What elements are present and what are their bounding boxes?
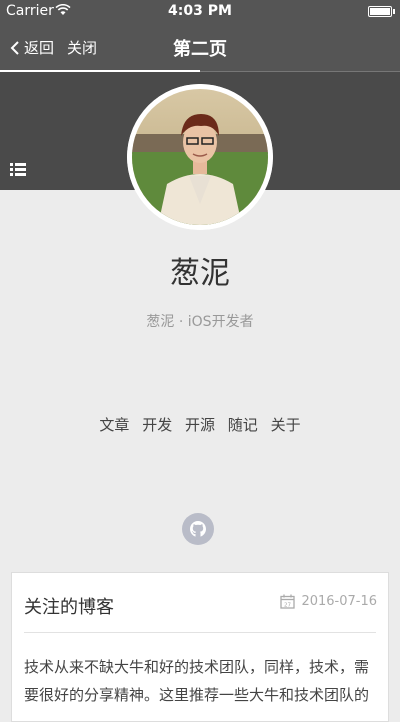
navigation-bar: 返回 关闭 第二页 xyxy=(0,22,400,72)
page-title: 第二页 xyxy=(173,39,227,60)
blog-card[interactable]: 关注的博客 27 2016-07-16 技术从来不缺大牛和好的技术团队，同样，技… xyxy=(11,572,389,722)
status-bar: Carrier 4:03 PM xyxy=(0,0,400,22)
github-button[interactable] xyxy=(182,513,214,545)
battery-icon xyxy=(368,6,395,17)
profile-name: 葱泥 xyxy=(170,256,230,291)
status-time: 4:03 PM xyxy=(168,3,232,19)
tab-articles[interactable]: 文章 xyxy=(99,414,129,435)
card-title: 关注的博客 xyxy=(24,597,114,618)
calendar-day-label: 27 xyxy=(284,602,291,608)
avatar[interactable] xyxy=(127,84,273,230)
github-icon xyxy=(190,521,206,537)
card-body: 技术从来不缺大牛和好的技术团队，同样，技术，需要很好的分享精神。这里推荐一些大牛… xyxy=(24,658,370,704)
tab-open-source[interactable]: 开源 xyxy=(185,414,215,435)
calendar-icon: 27 xyxy=(280,594,296,609)
tab-notes[interactable]: 随记 xyxy=(228,414,258,435)
category-tabs: 文章 开发 开源 随记 关于 xyxy=(0,414,400,435)
list-icon[interactable] xyxy=(10,161,26,180)
tab-about[interactable]: 关于 xyxy=(271,414,301,435)
profile-subtitle: 葱泥 · iOS开发者 xyxy=(146,314,254,330)
card-date: 27 2016-07-16 xyxy=(280,594,377,609)
card-divider xyxy=(24,632,376,633)
tab-development[interactable]: 开发 xyxy=(142,414,172,435)
card-date-text: 2016-07-16 xyxy=(301,594,377,609)
